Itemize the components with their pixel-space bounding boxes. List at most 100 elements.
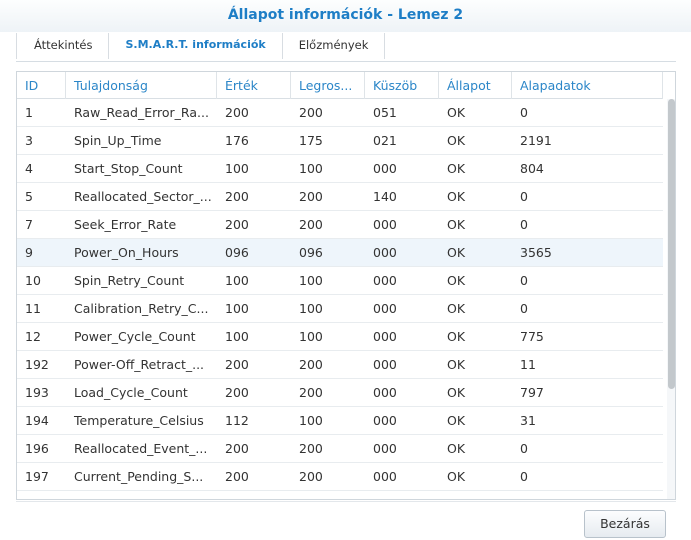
cell-id: 5	[25, 189, 33, 204]
cell-status: OK	[447, 273, 466, 288]
table-row[interactable]: 9 Power_On_Hours 096 096 000 OK 3565	[17, 239, 663, 267]
cell-status: OK	[447, 469, 466, 484]
column-header-id[interactable]: ID	[17, 72, 66, 99]
table-header: ID Tulajdonság Érték Legros... Küszöb Ál…	[17, 72, 663, 99]
cell-worst: 100	[299, 273, 323, 288]
cell-raw-data: 31	[520, 413, 536, 428]
cell-worst: 100	[299, 329, 323, 344]
table-row[interactable]: 194 Temperature_Celsius 112 100 000 OK 31	[17, 407, 663, 435]
cell-threshold: 000	[373, 329, 397, 344]
cell-attribute: Temperature_Celsius	[74, 413, 204, 428]
cell-threshold: 000	[373, 217, 397, 232]
table-row[interactable]: 197 Current_Pending_S... 200 200 000 OK 0	[17, 463, 663, 491]
table-row[interactable]: 3 Spin_Up_Time 176 175 021 OK 2191	[17, 127, 663, 155]
cell-status: OK	[447, 217, 466, 232]
cell-raw-data: 0	[520, 217, 528, 232]
cell-threshold: 000	[373, 357, 397, 372]
cell-threshold: 051	[373, 105, 397, 120]
cell-raw-data: 775	[520, 329, 544, 344]
cell-value: 096	[225, 245, 249, 260]
window-title: Állapot információk - Lemez 2	[227, 7, 464, 23]
cell-worst: 200	[299, 469, 323, 484]
table-row[interactable]: 12 Power_Cycle_Count 100 100 000 OK 775	[17, 323, 663, 351]
cell-value: 200	[225, 357, 249, 372]
scrollbar-thumb[interactable]	[668, 99, 675, 389]
cell-id: 196	[25, 441, 49, 456]
cell-value: 200	[225, 217, 249, 232]
cell-id: 9	[25, 245, 33, 260]
cell-id: 11	[25, 301, 41, 316]
column-header-raw-data[interactable]: Alapadatok	[512, 72, 663, 99]
cell-worst: 200	[299, 105, 323, 120]
cell-threshold: 000	[373, 469, 397, 484]
cell-worst: 200	[299, 189, 323, 204]
cell-status: OK	[447, 357, 466, 372]
cell-id: 3	[25, 133, 33, 148]
column-header-attribute[interactable]: Tulajdonság	[66, 72, 217, 99]
cell-threshold: 000	[373, 385, 397, 400]
cell-raw-data: 0	[520, 301, 528, 316]
table-body: 1 Raw_Read_Error_Ra... 200 200 051 OK 0 3 Spin_U…	[17, 99, 663, 499]
cell-attribute: Raw_Read_Error_Ra...	[74, 105, 209, 120]
cell-threshold: 021	[373, 133, 397, 148]
cell-status: OK	[447, 329, 466, 344]
table-row[interactable]: 196 Reallocated_Event_... 200 200 000 OK 0	[17, 435, 663, 463]
column-header-worst[interactable]: Legros...	[291, 72, 365, 99]
footer-divider	[16, 501, 676, 502]
cell-status: OK	[447, 413, 466, 428]
cell-status: OK	[439, 491, 512, 499]
cell-threshold: 000	[373, 161, 397, 176]
cell-threshold: 000	[365, 491, 439, 499]
tab-history[interactable]: Előzmények	[283, 33, 386, 59]
table-row[interactable]: 192 Power-Off_Retract_... 200 200 000 OK 11	[17, 351, 663, 379]
table-row[interactable]: 193 Load_Cycle_Count 200 200 000 OK 797	[17, 379, 663, 407]
table-row[interactable]: 7 Seek_Error_Rate 200 200 000 OK 0	[17, 211, 663, 239]
table-row[interactable]: 4 Start_Stop_Count 100 100 000 OK 804	[17, 155, 663, 183]
cell-attribute: Offline_Uncorrectable	[66, 491, 217, 499]
cell-id: 10	[25, 273, 41, 288]
table-row[interactable]: 11 Calibration_Retry_C... 100 100 000 OK 0	[17, 295, 663, 323]
cell-status: OK	[447, 245, 466, 260]
cell-attribute: Power_On_Hours	[74, 245, 179, 260]
cell-threshold: 000	[373, 413, 397, 428]
cell-status: OK	[447, 441, 466, 456]
cell-worst: 253	[291, 491, 365, 499]
cell-value: 200	[225, 469, 249, 484]
vertical-scrollbar[interactable]	[667, 99, 675, 499]
cell-threshold: 000	[373, 245, 397, 260]
cell-attribute: Power_Cycle_Count	[74, 329, 196, 344]
cell-value: 200	[225, 105, 249, 120]
table-row[interactable]: 10 Spin_Retry_Count 100 100 000 OK 0	[17, 267, 663, 295]
cell-raw-data: 804	[520, 161, 544, 176]
cell-status: OK	[447, 189, 466, 204]
cell-value: 100	[225, 301, 249, 316]
cell-raw-data: 0	[520, 441, 528, 456]
cell-attribute: Reallocated_Sector_...	[74, 189, 212, 204]
cell-value: 100	[217, 491, 291, 499]
cell-status: OK	[447, 105, 466, 120]
cell-threshold: 000	[373, 273, 397, 288]
cell-attribute: Power-Off_Retract_...	[74, 357, 205, 372]
column-header-status[interactable]: Állapot	[439, 72, 512, 99]
tab-smart-info[interactable]: S.M.A.R.T. információk	[109, 33, 283, 59]
cell-raw-data: 797	[520, 385, 544, 400]
tab-overview[interactable]: Áttekintés	[16, 33, 110, 59]
cell-value: 100	[225, 273, 249, 288]
cell-id: 193	[25, 385, 49, 400]
title-bar: Állapot információk - Lemez 2	[0, 0, 691, 32]
table-row[interactable]: 5 Reallocated_Sector_... 200 200 140 OK 0	[17, 183, 663, 211]
table-row[interactable]: 198Offline_Uncorrectable100253000OK0	[17, 491, 663, 499]
cell-raw-data: 11	[520, 357, 536, 372]
cell-status: OK	[447, 133, 466, 148]
close-button[interactable]: Bezárás	[584, 510, 666, 538]
column-header-threshold[interactable]: Küszöb	[365, 72, 439, 99]
cell-threshold: 000	[373, 301, 397, 316]
column-header-value[interactable]: Érték	[217, 72, 291, 99]
cell-value: 200	[225, 385, 249, 400]
cell-worst: 100	[299, 301, 323, 316]
cell-value: 200	[225, 441, 249, 456]
table-row[interactable]: 1 Raw_Read_Error_Ra... 200 200 051 OK 0	[17, 99, 663, 127]
cell-worst: 175	[299, 133, 323, 148]
cell-worst: 200	[299, 385, 323, 400]
cell-worst: 200	[299, 441, 323, 456]
